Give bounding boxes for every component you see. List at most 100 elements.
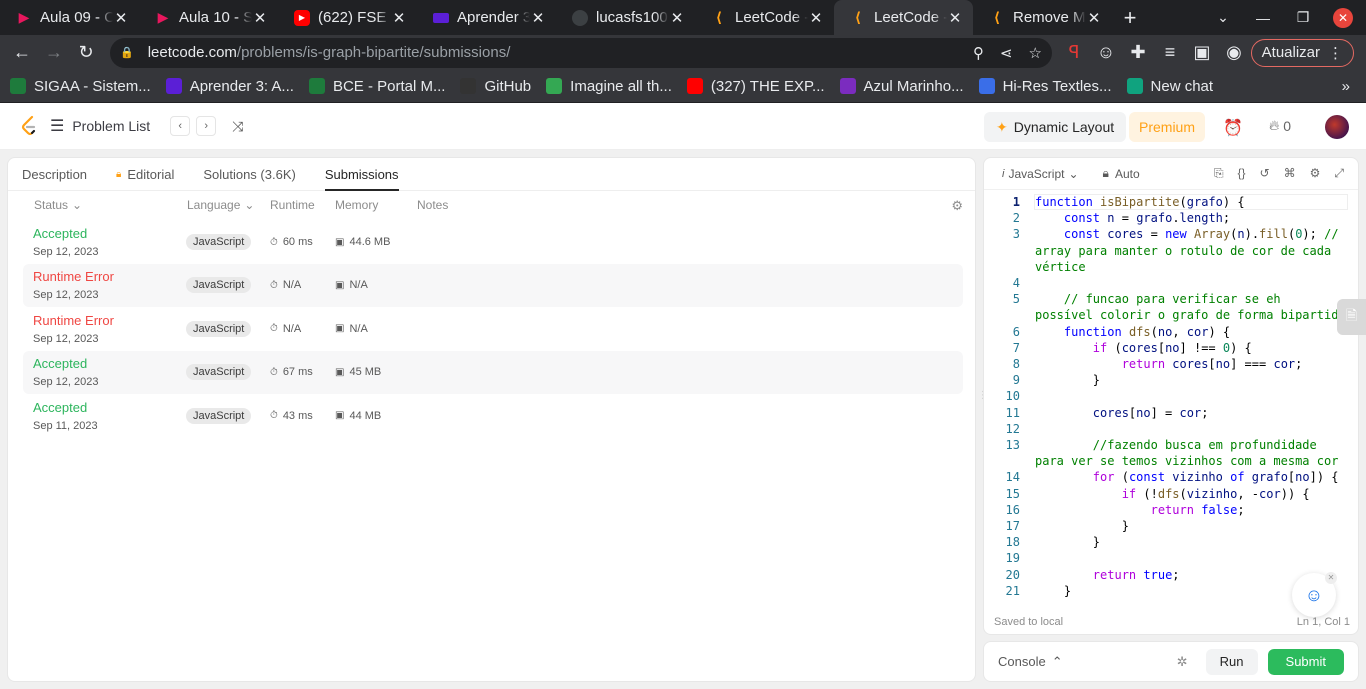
status-column-header[interactable]: Status ⌄ [34, 198, 82, 212]
status-link[interactable]: Accepted [33, 356, 87, 371]
bookmark-item[interactable]: BCE - Portal M... [308, 78, 445, 95]
lock-icon[interactable]: 🔒 [120, 46, 134, 59]
tab-close-icon[interactable]: ✕ [669, 9, 685, 27]
new-tab-icon[interactable]: + [1112, 5, 1148, 31]
code-line[interactable]: 14 for (const vizinho of grafo[no]) { [984, 469, 1358, 485]
submission-row[interactable]: Runtime Error Sep 12, 2023 JavaScript ⏱ N/A ▣… [23, 264, 963, 308]
auto-mode-toggle[interactable]: 🔒︎ Auto [1103, 166, 1140, 181]
notes-side-tab-icon[interactable]: 🗎 [1337, 299, 1366, 335]
code-line[interactable]: 10 ​ [984, 388, 1358, 404]
editor-settings-icon[interactable]: ⚙ [1310, 166, 1321, 181]
code-line[interactable]: 13 //fazendo busca em profundidade para … [984, 437, 1358, 469]
submission-row[interactable]: Accepted Sep 12, 2023 JavaScript ⏱ 60 ms ▣ 44.… [23, 221, 963, 264]
reading-list-icon[interactable]: ≡ [1154, 42, 1186, 63]
code-line[interactable]: 18 } [984, 534, 1358, 550]
status-link[interactable]: Runtime Error [33, 269, 114, 284]
reset-icon[interactable]: ↺ [1260, 166, 1270, 181]
code-line[interactable]: 15 if (!dfs(vizinho, -cor)) { [984, 486, 1358, 502]
share-icon[interactable]: ⋖ [1000, 44, 1013, 62]
tab-close-icon[interactable]: ✕ [391, 9, 407, 27]
debug-icon[interactable]: ✲ [1177, 654, 1188, 670]
tab-search-icon[interactable]: ⌄ [1203, 9, 1243, 26]
extension-face-icon[interactable]: ☺ [1090, 42, 1122, 63]
bookmark-item[interactable]: SIGAA - Sistem... [10, 78, 151, 95]
bookmark-item[interactable]: Aprender 3: A... [165, 78, 294, 95]
language-selector[interactable]: i JavaScript ⌄ [1002, 167, 1079, 181]
submission-row[interactable]: Accepted Sep 11, 2023 JavaScript ⏱ 43 ms ▣ 44 … [23, 395, 963, 438]
tab-solutions[interactable]: Solutions (3.6K) [203, 158, 296, 191]
command-icon[interactable]: ⌘ [1284, 166, 1296, 181]
code-line[interactable]: 19 ​ [984, 550, 1358, 566]
bookmark-item[interactable]: GitHub [460, 78, 531, 95]
leetcode-logo-icon[interactable] [20, 115, 38, 137]
browser-tab[interactable]: ▶ (622) FSE - A✕ [278, 0, 417, 35]
status-link[interactable]: Runtime Error [33, 313, 114, 328]
code-line[interactable]: 11 cores[no] = cor; [984, 405, 1358, 421]
fullscreen-icon[interactable]: ⤢ [1334, 166, 1344, 181]
submission-row[interactable]: Accepted Sep 12, 2023 JavaScript ⏱ 67 ms ▣ 45 … [23, 351, 963, 395]
side-panel-icon[interactable]: ▣ [1186, 42, 1218, 63]
code-line[interactable]: 7 if (cores[no] !== 0) { [984, 340, 1358, 356]
bookmark-item[interactable]: Azul Marinho... [839, 78, 964, 95]
status-link[interactable]: Accepted [33, 400, 87, 415]
tab-close-icon[interactable]: ✕ [1086, 9, 1102, 27]
tab-submissions[interactable]: Submissions [324, 158, 399, 191]
streak-counter[interactable]: 🔥︎ 0 [1269, 117, 1291, 134]
tab-close-icon[interactable]: ✕ [808, 9, 824, 27]
language-column-header[interactable]: Language ⌄ [187, 198, 254, 212]
code-line[interactable]: 8 return cores[no] === cor; [984, 356, 1358, 372]
browser-tab[interactable]: Aprender 3 ✕ [417, 0, 556, 35]
bookmark-icon[interactable]: ⎘ [1214, 166, 1224, 181]
tab-close-icon[interactable]: ✕ [530, 9, 546, 27]
tab-close-icon[interactable]: ✕ [252, 9, 268, 27]
code-line[interactable]: 3 const cores = new Array(n).fill(0); //… [984, 226, 1358, 275]
code-line[interactable]: 17 } [984, 518, 1358, 534]
tab-editorial[interactable]: 🔒︎ Editorial [116, 158, 174, 191]
bookmarks-more-icon[interactable]: » [1342, 78, 1350, 95]
tab-close-icon[interactable]: ✕ [113, 9, 129, 27]
browser-tab[interactable]: ⟨ Remove Ma ✕ [973, 0, 1112, 35]
code-line[interactable]: 1 function isBipartite(grafo) { [984, 194, 1358, 210]
zoom-icon[interactable]: ⚲ [973, 44, 984, 62]
extensions-puzzle-icon[interactable]: ✚ [1122, 42, 1154, 63]
code-line[interactable]: 2 const n = grafo.length; [984, 210, 1358, 226]
reload-icon[interactable]: ↻ [70, 42, 102, 63]
premium-button[interactable]: Premium [1129, 112, 1206, 142]
bookmark-star-icon[interactable]: ☆ [1029, 44, 1042, 62]
restore-icon[interactable]: ❐ [1283, 9, 1323, 26]
bookmark-item[interactable]: (327) THE EXP... [686, 78, 825, 95]
code-line[interactable]: 6 function dfs(no, cor) { [984, 324, 1358, 340]
profile-avatar-icon[interactable]: ◉ [1218, 42, 1250, 63]
next-problem-icon[interactable]: › [196, 116, 217, 136]
browser-tab[interactable]: ⟨ LeetCode - ✕ [695, 0, 834, 35]
chat-close-icon[interactable]: ✕ [1325, 572, 1337, 584]
tab-close-icon[interactable]: ✕ [947, 9, 963, 27]
status-link[interactable]: Accepted [33, 226, 87, 241]
dynamic-layout-button[interactable]: ✦ Dynamic Layout [984, 112, 1127, 142]
close-window-icon[interactable]: ✕ [1333, 7, 1353, 28]
submit-button[interactable]: Submit [1267, 648, 1344, 675]
shuffle-icon[interactable]: ⤨ [232, 118, 243, 135]
submission-row[interactable]: Runtime Error Sep 12, 2023 JavaScript ⏱ N/A ▣… [23, 308, 963, 351]
run-button[interactable]: Run [1205, 648, 1258, 675]
back-icon[interactable]: ← [6, 42, 38, 63]
update-button[interactable]: Atualizar ⋮ [1250, 38, 1354, 67]
panel-resize-handle[interactable]: ⋮ [978, 390, 988, 404]
code-line[interactable]: 5 // funcao para verificar se eh possíve… [984, 291, 1358, 323]
code-line[interactable]: 16 return false; [984, 502, 1358, 518]
code-line[interactable]: 9 } [984, 372, 1358, 388]
bookmark-item[interactable]: Hi-Res Textles... [978, 78, 1112, 95]
browser-tab[interactable]: lucasfs100 ✕ [556, 0, 695, 35]
problem-list-link[interactable]: ☰ Problem List [50, 116, 150, 136]
browser-tab[interactable]: ⟨ LeetCode - ✕ [834, 0, 973, 35]
console-toggle[interactable]: Console ⌃ [998, 654, 1063, 670]
extension-red-icon[interactable]: ꟼ [1058, 42, 1090, 63]
prev-problem-icon[interactable]: ‹ [170, 116, 191, 136]
minimize-icon[interactable]: — [1243, 10, 1283, 26]
bookmark-item[interactable]: Imagine all th... [546, 78, 672, 95]
code-line[interactable]: 12 ​ [984, 421, 1358, 437]
code-line[interactable]: 4​ [984, 275, 1358, 291]
code-area[interactable]: 1 function isBipartite(grafo) {2 const n … [984, 194, 1358, 604]
format-braces-icon[interactable]: {} [1238, 166, 1246, 181]
user-avatar[interactable] [1325, 115, 1349, 139]
